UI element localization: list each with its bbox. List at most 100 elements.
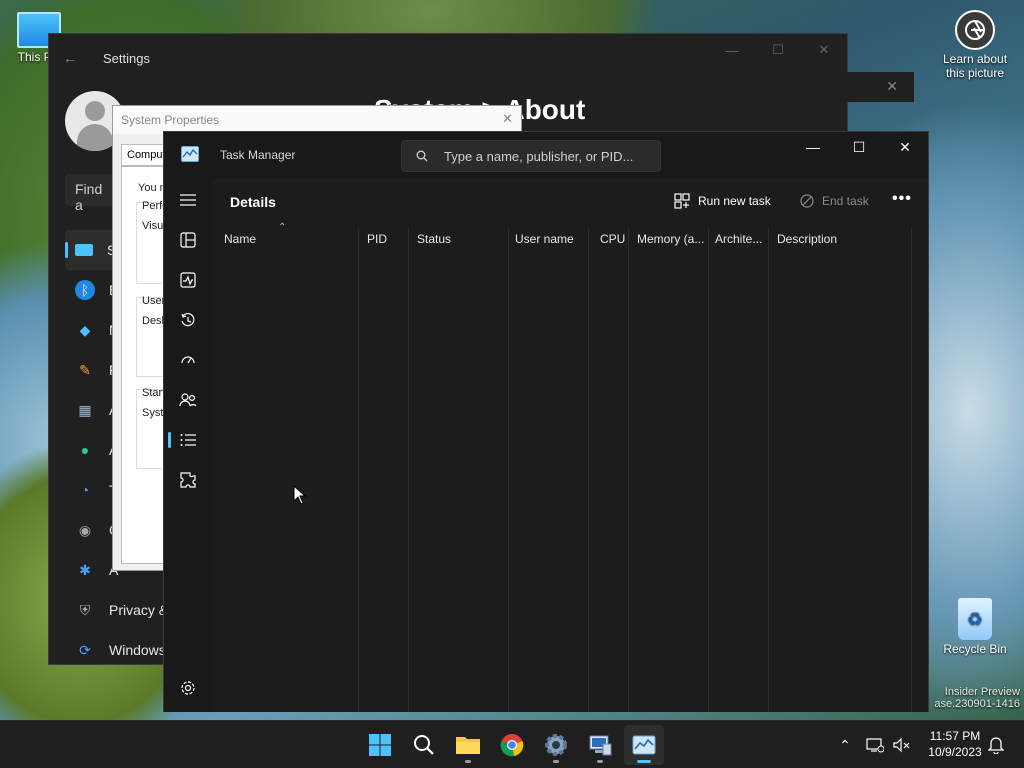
start-icon [369,734,391,756]
nav-app-history[interactable] [168,302,208,338]
menu-icon [180,194,196,206]
task-manager-window-controls: — ☐ ✕ [790,132,928,162]
column-user-name[interactable]: User name [509,228,589,712]
avatar-body [77,124,113,151]
column-header-name: Name [224,232,257,246]
details-page: Details Run new task End task ••• ⌃ Name… [212,178,928,712]
nav-users[interactable] [168,382,208,418]
menu-button[interactable] [168,182,208,218]
desktop-icon-label: Recycle Bin [943,642,1007,656]
user-label: User [142,295,166,307]
taskbar-clock[interactable]: 11:57 PM 10/9/2023 [918,728,992,760]
task-manager-titlebar[interactable]: Task Manager Type a name, publisher, or … [164,132,928,178]
maximize-button[interactable]: ☐ [836,132,882,162]
search-icon [414,735,434,755]
nav-processes[interactable] [168,222,208,258]
background-window-frame[interactable]: ✕ [820,72,914,102]
app-history-icon [181,312,195,327]
column-header-user-name: User name [515,232,574,246]
taskbar-file-explorer[interactable] [448,725,488,765]
running-indicator [597,760,603,763]
chevron-up-icon[interactable]: ⌃ [836,737,854,754]
task-manager-title: Task Manager [220,148,296,162]
taskbar-chrome[interactable] [492,725,532,765]
close-button[interactable]: ✕ [801,34,847,66]
taskbar-settings[interactable] [536,725,576,765]
task-manager-search-input[interactable]: Type a name, publisher, or PID... [401,140,661,172]
gaming-icon: ◉ [78,521,92,538]
accounts-icon: ● [80,442,90,458]
taskbar-search-button[interactable] [404,725,444,765]
search-icon [416,150,428,162]
chrome-icon [500,734,524,757]
minimize-button[interactable]: — [790,132,836,162]
run-new-task-label: Run new task [698,194,771,208]
file-explorer-icon [456,737,480,754]
settings-icon [181,681,195,695]
minimize-button[interactable]: — [709,34,755,66]
back-arrow-icon[interactable]: ← [63,50,83,66]
system-properties-title: System Properties [121,113,220,127]
end-task-button[interactable]: End task [800,190,869,212]
column-name[interactable]: ⌃ Name [212,222,359,712]
insider-watermark: Insider Preview ase.230901-1416 [934,686,1020,710]
running-indicator [465,760,471,763]
close-button[interactable]: ✕ [882,132,928,162]
column-header-status: Status [417,232,452,246]
column-memory[interactable]: Memory (a... [629,228,709,712]
task-manager-window[interactable]: Task Manager Type a name, publisher, or … [163,131,929,712]
task-manager-app-icon [181,146,199,162]
recycle-bin-icon: ♻ [958,598,992,640]
task-manager-nav-rail [164,178,212,712]
privacy-icon: ⛨ [79,601,91,618]
camera-spotlight-icon [955,10,995,50]
notifications-button[interactable] [988,721,1004,768]
nav-details[interactable] [168,422,208,458]
desktop-icon-learn-picture[interactable]: Learn about this picture [930,10,1020,80]
taskbar: ⌃ 11:57 PM 10/9/2023 [0,720,1024,768]
network-status[interactable] [866,721,884,768]
accessibility-icon: ✱ [79,561,91,578]
settings-nav-windows-update[interactable]: ⟳ Windows [65,630,175,670]
volume-status[interactable] [893,721,911,768]
maximize-button[interactable]: ☐ [755,34,801,66]
settings-nav-privacy[interactable]: ⛨ Privacy & [65,590,175,630]
personalization-icon: ✎ [79,361,91,378]
sort-up-icon: ⌃ [278,222,287,233]
system-tray: ⌃ [836,721,854,768]
nav-performance[interactable] [168,262,208,298]
nav-services[interactable] [168,462,208,498]
taskbar-system-properties[interactable] [580,725,620,765]
system-properties-app-icon [589,735,612,756]
end-task-label: End task [822,194,869,208]
running-indicator [553,760,559,763]
page-title: Details [230,194,276,210]
settings-search-input[interactable]: Find a [65,174,115,213]
start-button[interactable] [360,725,400,765]
taskbar-task-manager[interactable] [624,725,664,765]
close-icon[interactable]: ✕ [886,78,898,95]
column-architecture[interactable]: Archite... [709,228,769,712]
column-cpu[interactable]: CPU [589,228,629,712]
network-icon: ◆ [79,321,91,338]
processes-icon [180,232,196,248]
settings-title: Settings [103,50,150,66]
system-properties-titlebar[interactable]: System Properties ✕ [113,106,521,134]
startup-apps-icon [181,356,195,364]
run-new-task-button[interactable]: Run new task [674,190,771,212]
nav-settings[interactable] [168,670,208,706]
close-icon[interactable]: ✕ [502,111,513,127]
column-status[interactable]: Status [409,228,509,712]
task-manager-app-icon [632,735,656,755]
apps-icon: ▦ [78,401,92,418]
column-header-cpu: CPU [600,232,626,246]
column-description[interactable]: Description [769,228,912,712]
clock-time: 11:57 PM [929,729,981,743]
time-language-icon: ◔ [80,482,90,498]
avatar-head [85,101,105,121]
settings-nav-label: Windows [109,642,166,658]
desktop-icon-recycle-bin[interactable]: ♻ Recycle Bin [930,598,1020,656]
column-pid[interactable]: PID [359,228,409,712]
more-options-button[interactable]: ••• [892,190,912,208]
nav-startup-apps[interactable] [168,342,208,378]
